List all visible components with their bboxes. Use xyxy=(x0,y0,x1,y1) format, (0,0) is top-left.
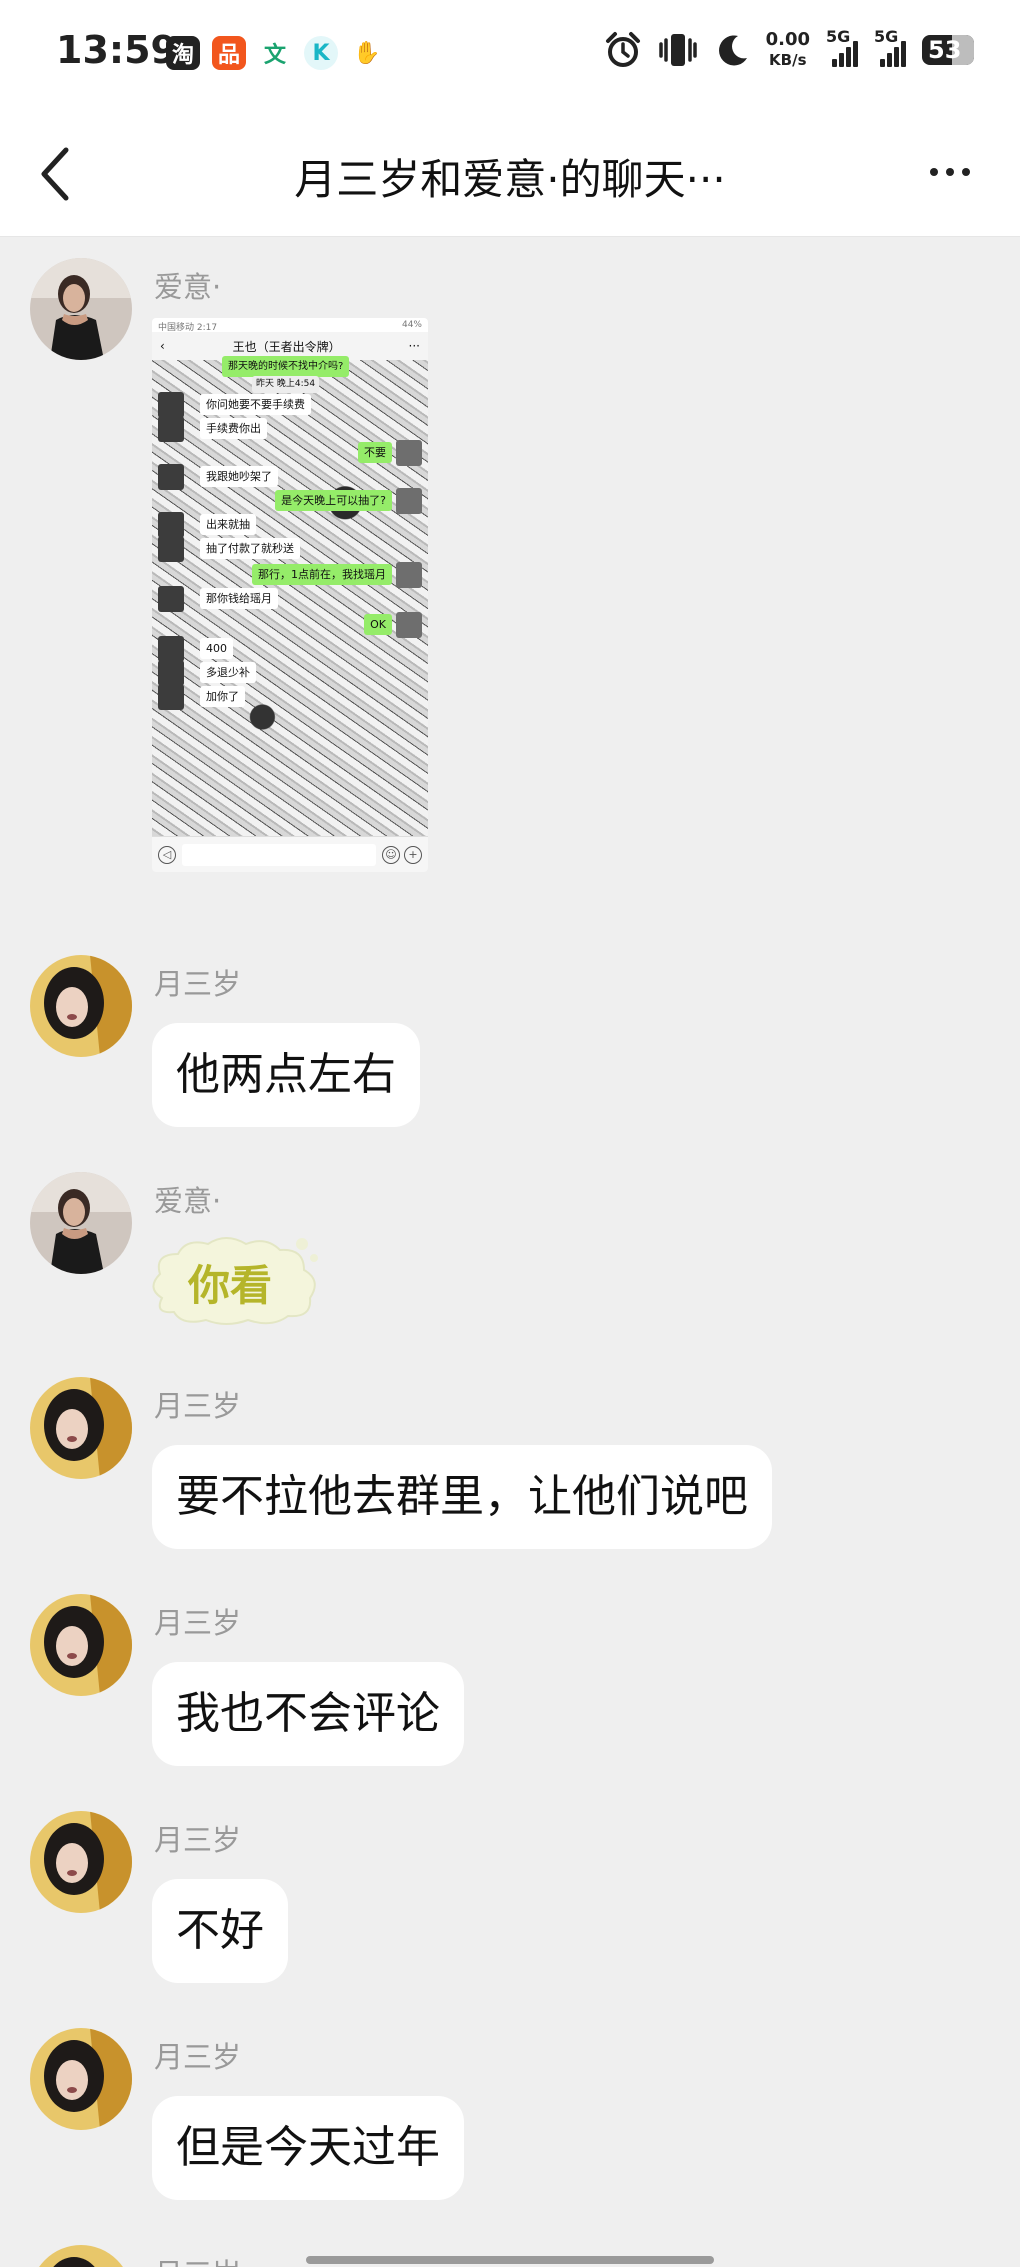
home-indicator[interactable] xyxy=(306,2256,714,2264)
message-item: 爱意· 你看 xyxy=(0,1172,1020,1342)
screenshot-battery: 44% xyxy=(401,320,422,330)
avatar-yuesansui[interactable] xyxy=(30,2245,132,2267)
sim2-label: 5G xyxy=(874,27,899,46)
screenshot-message: 不要 xyxy=(358,442,392,463)
screenshot-message: 那行，1点前在，我找瑶月 xyxy=(252,564,392,585)
status-time: 13:59 xyxy=(56,28,177,72)
taobao-icon: 淘 xyxy=(166,36,200,70)
avatar-yuesansui[interactable] xyxy=(30,1377,132,1479)
chat-header: 月三岁和爱意·的聊天··· xyxy=(0,108,1020,237)
screenshot-status-bar: 中国移动 2:17 44% xyxy=(152,318,428,333)
wenku-icon: 文 xyxy=(258,36,292,70)
screenshot-message: 那你钱给瑶月 xyxy=(200,588,278,609)
notification-icons: 淘 品 文 K ✋ xyxy=(166,36,384,70)
avatar-yuesansui[interactable] xyxy=(30,955,132,1057)
chat-title: 月三岁和爱意·的聊天··· xyxy=(294,155,726,204)
avatar-yuesansui[interactable] xyxy=(30,1594,132,1696)
sender-name: 月三岁 xyxy=(154,1606,242,1640)
signal-sim2-icon: 5G xyxy=(874,27,906,67)
network-speed-value: 0.00 xyxy=(765,29,810,50)
pinduoduo-icon: 品 xyxy=(212,36,246,70)
sender-name: 爱意· xyxy=(154,270,222,304)
screenshot-message: 手续费你出 xyxy=(200,418,267,439)
avatar-aiyi[interactable] xyxy=(30,1172,132,1274)
avatar-yuesansui[interactable] xyxy=(30,2028,132,2130)
avatar-aiyi[interactable] xyxy=(30,258,132,360)
message-item: 爱意· 中国移动 2:17 44% ‹ 王也（王者出令牌） ··· 那天晚的时候… xyxy=(0,258,1020,918)
battery-icon: 53 xyxy=(922,35,974,65)
alarm-clock-icon xyxy=(605,32,640,67)
screenshot-more-icon: ··· xyxy=(408,339,420,353)
message-item: 月三岁 但是今天过年 xyxy=(0,2028,1020,2208)
do-not-disturb-moon-icon xyxy=(718,35,747,66)
message-bubble[interactable]: 但是今天过年 xyxy=(152,2096,464,2200)
sender-name: 月三岁 xyxy=(154,1389,242,1423)
sender-name: 月三岁 xyxy=(154,1823,242,1857)
sticker-image[interactable]: 你看 xyxy=(142,1228,328,1330)
screenshot-carrier: 中国移动 2:17 xyxy=(158,323,218,333)
more-dot-icon xyxy=(930,168,938,176)
vibrate-icon xyxy=(658,34,697,66)
screenshot-message: 400 xyxy=(200,638,233,659)
screenshot-plus-icon: + xyxy=(404,845,422,864)
message-item: 月三岁 我也不会评论 xyxy=(0,1594,1020,1774)
sender-name: 月三岁 xyxy=(154,967,242,1001)
screenshot-message: 加你了 xyxy=(200,686,245,707)
screenshot-input-bar: ◁ ☺ + xyxy=(152,836,428,872)
sim1-label: 5G xyxy=(826,27,851,46)
screenshot-message: 多退少补 xyxy=(200,662,256,683)
message-item: 月三岁 不好 xyxy=(0,1811,1020,1991)
screenshot-message: 是今天晚上可以抽了? xyxy=(275,490,392,511)
screenshot-message: 出来就抽 xyxy=(200,514,256,535)
screenshot-message: OK xyxy=(364,614,392,635)
screenshot-chat-title: 王也（王者出令牌） xyxy=(232,339,341,354)
message-bubble[interactable]: 我也不会评论 xyxy=(152,1662,464,1766)
screenshot-message: 你问她要不要手续费 xyxy=(200,394,311,415)
handshake-icon: ✋ xyxy=(350,36,384,70)
message-bubble[interactable]: 不好 xyxy=(152,1879,288,1983)
screenshot-message: 那天晚的时候不找中介吗? xyxy=(222,356,350,377)
sticker-text: 你看 xyxy=(188,1261,273,1310)
screenshot-voice-icon: ◁ xyxy=(158,845,176,864)
network-speed: 0.00 KB/s xyxy=(766,30,810,70)
more-options-button[interactable] xyxy=(910,142,990,202)
screenshot-emoji-icon: ☺ xyxy=(382,845,400,864)
kuaishou-icon: K xyxy=(304,36,338,70)
chat-screenshot-image[interactable]: 中国移动 2:17 44% ‹ 王也（王者出令牌） ··· 那天晚的时候不找中介… xyxy=(152,318,428,872)
sender-name: 月三岁 xyxy=(154,2251,241,2267)
screenshot-chat-body: 那天晚的时候不找中介吗? 昨天 晚上4:54 你问她要不要手续费 手续费你出 不… xyxy=(152,356,428,836)
message-item: 月三岁 要不拉他去群里，让他们说吧 xyxy=(0,1377,1020,1557)
screenshot-message: 抽了付款了就秒送 xyxy=(200,538,300,559)
screenshot-message: 我跟她吵架了 xyxy=(200,466,278,487)
network-speed-unit: KB/s xyxy=(769,51,807,69)
message-bubble[interactable]: 他两点左右 xyxy=(152,1023,420,1127)
message-item: 月三岁 他两点左右 xyxy=(0,955,1020,1135)
screenshot-back-icon: ‹ xyxy=(160,339,165,353)
sender-name: 月三岁 xyxy=(154,2040,242,2074)
signal-sim1-icon: 5G xyxy=(826,27,858,67)
status-bar: 13:59 淘 品 文 K ✋ 0.00 KB/s 5G 5G 53 xyxy=(0,0,1020,108)
screenshot-time-label: 昨天 晚上4:54 xyxy=(252,376,320,393)
battery-level: 53 xyxy=(928,36,962,64)
sender-name: 爱意· xyxy=(154,1184,222,1218)
message-bubble[interactable]: 要不拉他去群里，让他们说吧 xyxy=(152,1445,772,1549)
status-right: 0.00 KB/s 5G 5G 53 xyxy=(604,27,974,70)
avatar-yuesansui[interactable] xyxy=(30,1811,132,1913)
